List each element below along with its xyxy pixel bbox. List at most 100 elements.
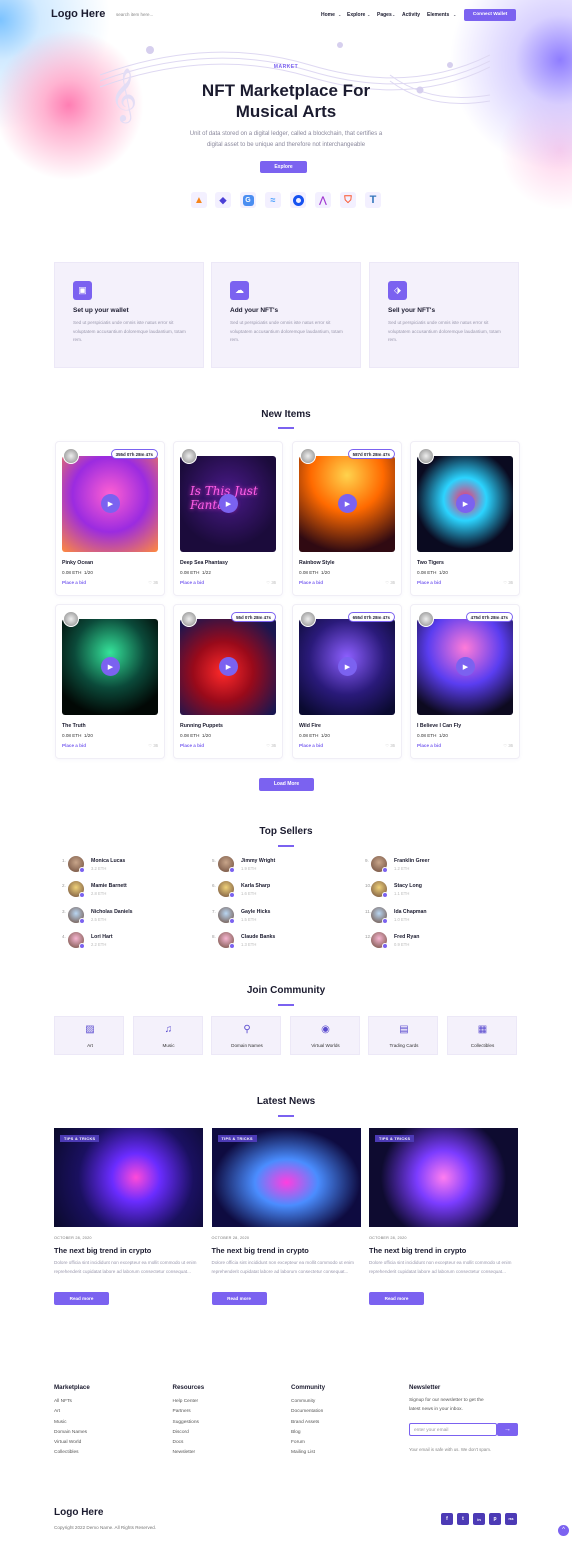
like-count[interactable]: ♡ 36 (385, 743, 395, 748)
seller-name[interactable]: Jimmy Wright (241, 858, 275, 864)
footer-link[interactable]: All NFTs (54, 1397, 90, 1407)
seller-name[interactable]: Gayle Hicks (241, 909, 270, 915)
creator-avatar[interactable] (300, 611, 316, 627)
footer-link[interactable]: Forum (291, 1438, 325, 1448)
place-bid-link[interactable]: Place a bid (62, 743, 86, 748)
seller-item[interactable]: 4. Lori Hart 2.2 ETH (62, 932, 192, 950)
facebook-icon[interactable]: f (441, 1513, 453, 1525)
back-to-top-icon[interactable]: ^ (558, 1525, 569, 1536)
creator-avatar[interactable] (418, 448, 434, 464)
play-icon[interactable]: ▶ (338, 494, 357, 513)
creator-avatar[interactable] (181, 611, 197, 627)
gnosis-icon[interactable]: G (240, 192, 256, 208)
seller-item[interactable]: 8. Claude Banks 1.3 ETH (212, 932, 342, 950)
play-icon[interactable]: ▶ (338, 657, 357, 676)
brave-icon[interactable]: ⛉ (340, 192, 356, 208)
connect-wallet-button[interactable]: Connect Wallet (464, 9, 516, 21)
nft-image[interactable]: ▶ (417, 619, 513, 715)
nft-image[interactable]: Is This Just Fantasy ▶ (180, 456, 276, 552)
category-trading-cards[interactable]: ▤ Trading Cards (368, 1016, 438, 1055)
footer-link[interactable]: Domain Names (54, 1428, 90, 1438)
place-bid-link[interactable]: Place a bid (417, 743, 441, 748)
category-virtual-worlds[interactable]: ◉ Virtual Worlds (289, 1016, 360, 1055)
logo[interactable]: Logo Here (51, 8, 105, 20)
news-card[interactable]: TIPS & TRICKS OCTOBER 28, 2020 The next … (54, 1128, 203, 1308)
play-icon[interactable]: ▶ (101, 494, 120, 513)
linkedin-icon[interactable]: in (473, 1513, 485, 1525)
seller-item[interactable]: 5. Jimmy Wright 1.9 ETH (212, 856, 342, 874)
nav-activity[interactable]: Activity (402, 12, 420, 18)
like-count[interactable]: ♡ 36 (148, 743, 158, 748)
news-image[interactable]: TIPS & TRICKS (211, 1128, 361, 1227)
arbitrum-icon[interactable]: ⋀ (315, 192, 331, 208)
read-more-button[interactable]: Read more (369, 1292, 424, 1305)
nft-card[interactable]: ▶ The Truth 0.08 ETH 1/20 Place a bid ♡ … (55, 604, 165, 759)
footer-link[interactable]: Help Center (173, 1397, 205, 1407)
footer-link[interactable]: Documentation (291, 1407, 325, 1417)
like-count[interactable]: ♡ 36 (385, 580, 395, 585)
nft-card[interactable]: Is This Just Fantasy ▶ Deep Sea Phantasy 0… (173, 441, 283, 596)
footer-logo[interactable]: Logo Here (54, 1507, 103, 1518)
footer-link[interactable]: Newsletter (173, 1448, 205, 1458)
seller-name[interactable]: Ida Chapman (394, 909, 427, 915)
footer-link[interactable]: Mailing List (291, 1448, 325, 1458)
place-bid-link[interactable]: Place a bid (299, 580, 323, 585)
nft-card[interactable]: ▶ 55d 07h 28m 47s Running Puppets 0.08 E… (173, 604, 283, 759)
play-icon[interactable]: ▶ (219, 494, 238, 513)
nft-card[interactable]: ▶ 587d 07h 28m 47s Rainbow Style 0.08 ET… (292, 441, 402, 596)
rss-icon[interactable]: rss (505, 1513, 517, 1525)
nav-pages[interactable]: Pages (377, 12, 392, 18)
read-more-button[interactable]: Read more (54, 1292, 109, 1305)
news-card[interactable]: TIPS & TRICKS OCTOBER 28, 2020 The next … (211, 1128, 361, 1308)
twitter-icon[interactable]: t (457, 1513, 469, 1525)
nav-home[interactable]: Home (321, 12, 335, 18)
play-icon[interactable]: ▶ (456, 657, 475, 676)
footer-link[interactable]: Brand Assets (291, 1418, 325, 1428)
seller-name[interactable]: Lori Hart (91, 934, 113, 940)
explore-button[interactable]: Explore (260, 161, 307, 173)
category-art[interactable]: ▨ Art (54, 1016, 124, 1055)
nft-image[interactable]: ▶ (417, 456, 513, 552)
footer-link[interactable]: Art (54, 1407, 90, 1417)
seller-item[interactable]: 11. Ida Chapman 1.0 ETH (365, 907, 495, 925)
place-bid-link[interactable]: Place a bid (62, 580, 86, 585)
creator-avatar[interactable] (63, 448, 79, 464)
news-card[interactable]: TIPS & TRICKS OCTOBER 28, 2020 The next … (369, 1128, 518, 1308)
seller-item[interactable]: 3. Nicholas Daniels 2.5 ETH (62, 907, 192, 925)
category-collectibles[interactable]: ▦ Collectibles (446, 1016, 517, 1055)
nft-image[interactable]: ▶ (62, 619, 158, 715)
nft-card[interactable]: ▶ 655d 07h 28m 47s Wild Fire 0.08 ETH 1/… (292, 604, 402, 759)
seller-name[interactable]: Franklin Greer (394, 858, 429, 864)
seller-item[interactable]: 7. Gayle Hicks 1.5 ETH (212, 907, 342, 925)
nft-card[interactable]: ▶ 355d 07h 28m 47s Pinky Ocean 0.08 ETH … (55, 441, 165, 596)
nft-card[interactable]: ▶ 475d 07h 28m 47s I Believe I Can Fly 0… (410, 604, 520, 759)
place-bid-link[interactable]: Place a bid (417, 580, 441, 585)
news-title[interactable]: The next big trend in crypto (369, 1246, 466, 1255)
footer-link[interactable]: Docs (173, 1438, 205, 1448)
metamask-icon[interactable]: ▲ (191, 192, 207, 208)
footer-link[interactable]: Virtual World (54, 1438, 90, 1448)
creator-avatar[interactable] (300, 448, 316, 464)
nav-elements[interactable]: Elements (427, 12, 449, 18)
footer-link[interactable]: Community (291, 1397, 325, 1407)
seller-item[interactable]: 10. Stacy Long 1.1 ETH (365, 881, 495, 899)
footer-link[interactable]: Suggestions (173, 1418, 205, 1428)
like-count[interactable]: ♡ 36 (266, 580, 276, 585)
nft-image[interactable]: ▶ (62, 456, 158, 552)
newsletter-email-input[interactable]: enter your email (409, 1423, 497, 1436)
walletconnect-icon[interactable]: ≈ (265, 192, 281, 208)
seller-item[interactable]: 12. Fred Ryan 0.9 ETH (365, 932, 495, 950)
nav-explore[interactable]: Explore (347, 12, 365, 18)
creator-avatar[interactable] (418, 611, 434, 627)
footer-link[interactable]: Blog (291, 1428, 325, 1438)
coinbase-icon[interactable] (290, 192, 306, 208)
place-bid-link[interactable]: Place a bid (180, 580, 204, 585)
seller-name[interactable]: Karla Sharp (241, 883, 270, 889)
nft-card[interactable]: ▶ Two Tigers 0.08 ETH 1/20 Place a bid ♡… (410, 441, 520, 596)
seller-name[interactable]: Stacy Long (394, 883, 422, 889)
trust-icon[interactable]: T (365, 192, 381, 208)
creator-avatar[interactable] (63, 611, 79, 627)
load-more-button[interactable]: Load More (259, 778, 314, 791)
footer-link[interactable]: Discord (173, 1428, 205, 1438)
seller-name[interactable]: Claude Banks (241, 934, 275, 940)
